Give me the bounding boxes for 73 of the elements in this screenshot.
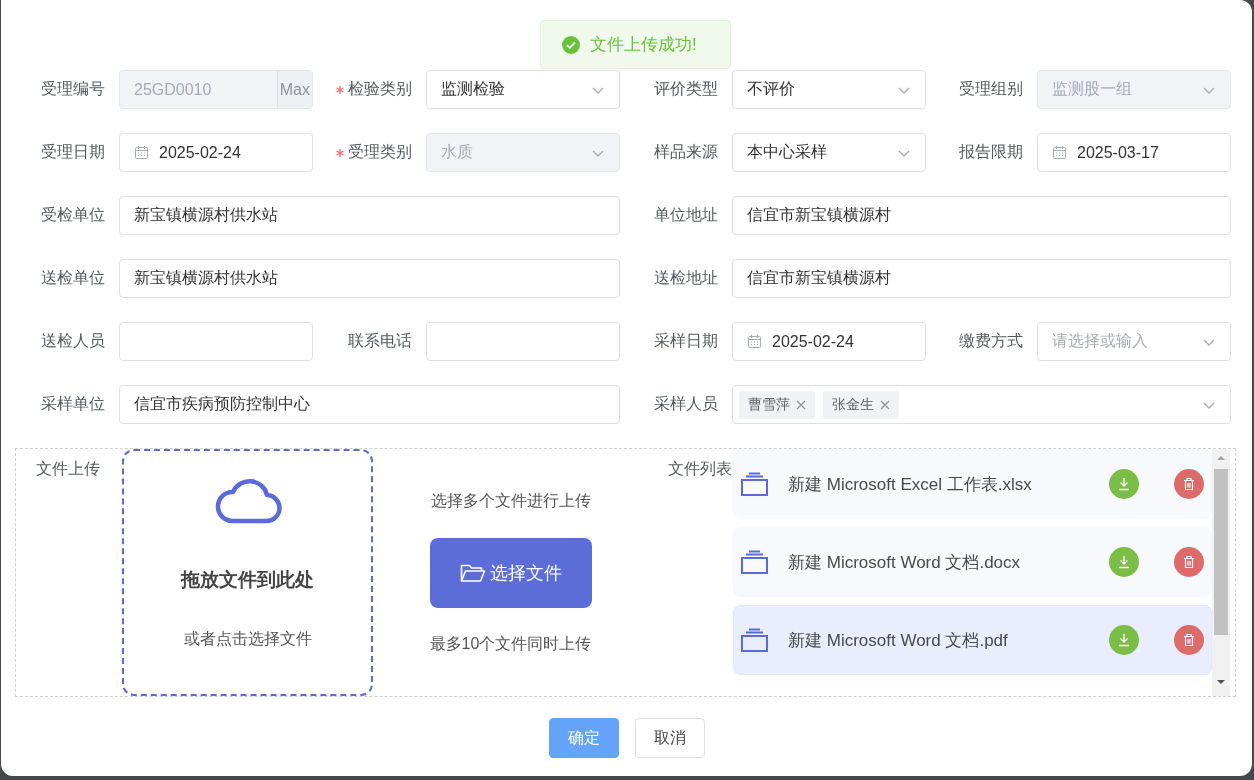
text-field[interactable]: 新宝镇横源村供水站 <box>119 259 620 298</box>
download-icon <box>1117 555 1131 569</box>
drop-zone[interactable]: 拖放文件到此处 或者点击选择文件 <box>122 449 373 696</box>
drop-title: 拖放文件到此处 <box>181 568 314 592</box>
download-icon <box>1117 477 1131 491</box>
field-label: 送检人员 <box>41 331 105 351</box>
field-label: 送检地址 <box>654 268 718 288</box>
download-icon <box>1117 633 1131 647</box>
trash-icon <box>1182 555 1196 569</box>
text-field[interactable] <box>426 322 620 361</box>
text-field[interactable]: 新宝镇横源村供水站 <box>119 196 620 235</box>
selected-tag[interactable]: 张金生 <box>823 390 899 419</box>
file-item[interactable]: 新建 Microsoft Word 文档.docx <box>733 527 1212 597</box>
field-label: 联系电话 <box>348 331 412 351</box>
upload-note: 选择多个文件进行上传 <box>430 491 591 511</box>
stack-icon <box>741 628 768 652</box>
field-label: 缴费方式 <box>959 331 1023 351</box>
delete-button[interactable] <box>1174 469 1204 499</box>
trash-icon <box>1182 633 1196 647</box>
folder-icon <box>459 562 486 584</box>
close-icon[interactable] <box>880 399 890 410</box>
date-field[interactable]: 2025-02-24 <box>732 322 926 361</box>
field-label: 受检单位 <box>41 205 105 225</box>
select-field[interactable]: 不评价 <box>732 70 926 109</box>
field-label: 评价类型 <box>654 79 718 99</box>
download-button[interactable] <box>1109 547 1139 577</box>
download-button[interactable] <box>1109 469 1139 499</box>
download-button[interactable] <box>1109 625 1139 655</box>
field-label: 样品来源 <box>654 142 718 162</box>
field-label: 受理日期 <box>41 142 105 162</box>
field-label: 受理编号 <box>41 79 105 99</box>
field-label: 送检单位 <box>41 268 105 288</box>
text-field[interactable]: 信宜市新宝镇横源村 <box>732 259 1231 298</box>
selected-tag[interactable]: 曹雪萍 <box>739 390 815 419</box>
tag-select-field[interactable]: 曹雪萍 张金生 <box>732 385 1231 424</box>
success-icon <box>562 35 580 54</box>
delete-button[interactable] <box>1174 547 1204 577</box>
file-name: 新建 Microsoft Word 文档.docx <box>788 551 1022 574</box>
trash-icon <box>1182 477 1196 491</box>
text-field[interactable]: 信宜市疾病预防控制中心 <box>119 385 620 424</box>
select-field[interactable]: 本中心采样 <box>732 133 926 172</box>
field-label: 报告限期 <box>959 142 1023 162</box>
file-name: 新建 Microsoft Excel 工作表.xlsx <box>788 473 1033 496</box>
toast-message: 文件上传成功! <box>590 34 697 56</box>
drop-hint: 或者点击选择文件 <box>183 629 312 649</box>
calendar-icon <box>134 145 149 160</box>
file-item[interactable]: 新建 Microsoft Excel 工作表.xlsx <box>733 449 1212 519</box>
cancel-button[interactable]: 取消 <box>634 718 705 758</box>
field-label: 单位地址 <box>654 205 718 225</box>
date-field[interactable]: 2025-03-17 <box>1037 133 1231 172</box>
field-label: 采样日期 <box>654 331 718 351</box>
date-field[interactable]: 2025-02-24 <box>119 133 313 172</box>
close-icon[interactable] <box>796 399 806 410</box>
field-label: 文件上传 <box>35 459 101 479</box>
file-item[interactable]: 新建 Microsoft Word 文档.pdf <box>733 605 1212 675</box>
field-label: 采样人员 <box>654 394 718 414</box>
calendar-icon <box>1052 145 1067 160</box>
calendar-icon <box>747 334 762 349</box>
field-label: 受理组别 <box>959 79 1023 99</box>
field-label: 检验类别 <box>348 79 412 99</box>
field-label: 采样单位 <box>41 394 105 414</box>
select-field[interactable]: 监测检验 <box>426 70 620 109</box>
delete-button[interactable] <box>1174 625 1204 655</box>
choose-file-button[interactable]: 选择文件 <box>429 538 592 608</box>
scrollbar[interactable] <box>1212 449 1230 696</box>
field-label: 文件列表 <box>667 459 733 479</box>
stack-icon <box>741 472 768 496</box>
field-label: 受理类别 <box>348 142 412 162</box>
text-field[interactable] <box>119 322 313 361</box>
upload-note: 最多10个文件同时上传 <box>429 634 592 654</box>
stack-icon <box>741 550 768 574</box>
file-name: 新建 Microsoft Word 文档.pdf <box>788 629 1009 652</box>
text-field[interactable]: 信宜市新宝镇横源村 <box>732 196 1231 235</box>
